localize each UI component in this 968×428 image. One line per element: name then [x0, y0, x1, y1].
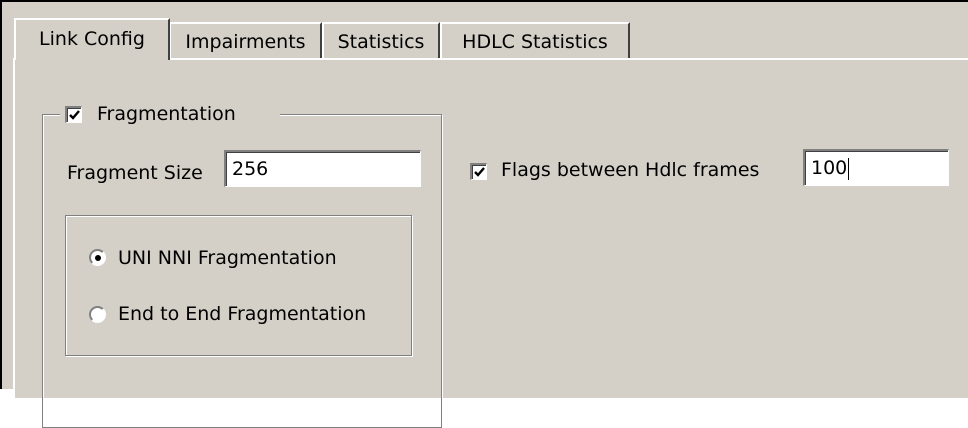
tab-link-config[interactable]: Link Config — [14, 18, 170, 60]
flags-input[interactable] — [803, 149, 949, 186]
link-config-panel: Fragmentation Fragment Size UNI NNI Frag… — [13, 58, 968, 428]
end-to-end-label: End to End Fragmentation — [118, 303, 367, 325]
tab-label: HDLC Statistics — [462, 31, 608, 53]
tab-label: Link Config — [39, 28, 145, 50]
flags-label: Flags between Hdlc frames — [501, 159, 760, 181]
end-to-end-radio[interactable] — [89, 306, 106, 323]
fragment-size-input[interactable] — [224, 150, 421, 187]
fragmentation-type-box — [65, 215, 412, 356]
flags-field[interactable] — [805, 151, 948, 185]
uni-nni-label: UNI NNI Fragmentation — [118, 247, 337, 269]
checkmark-icon — [69, 110, 80, 120]
text-caret — [848, 158, 849, 180]
tab-control: Impairments Statistics HDLC Statistics L… — [0, 0, 968, 428]
tab-impairments[interactable]: Impairments — [169, 22, 322, 58]
tab-label: Impairments — [185, 31, 306, 53]
tab-hdlc-statistics[interactable]: HDLC Statistics — [440, 22, 630, 58]
fragmentation-checkbox[interactable] — [65, 106, 82, 123]
fragment-size-label: Fragment Size — [67, 162, 203, 184]
fragmentation-label: Fragmentation — [97, 103, 236, 125]
tab-label: Statistics — [337, 31, 425, 53]
uni-nni-radio[interactable] — [89, 249, 106, 266]
checkmark-icon — [474, 167, 485, 177]
tab-statistics[interactable]: Statistics — [322, 22, 440, 58]
fragment-size-field[interactable] — [226, 152, 420, 186]
radio-selected-dot — [94, 254, 101, 261]
flags-checkbox[interactable] — [470, 163, 487, 180]
